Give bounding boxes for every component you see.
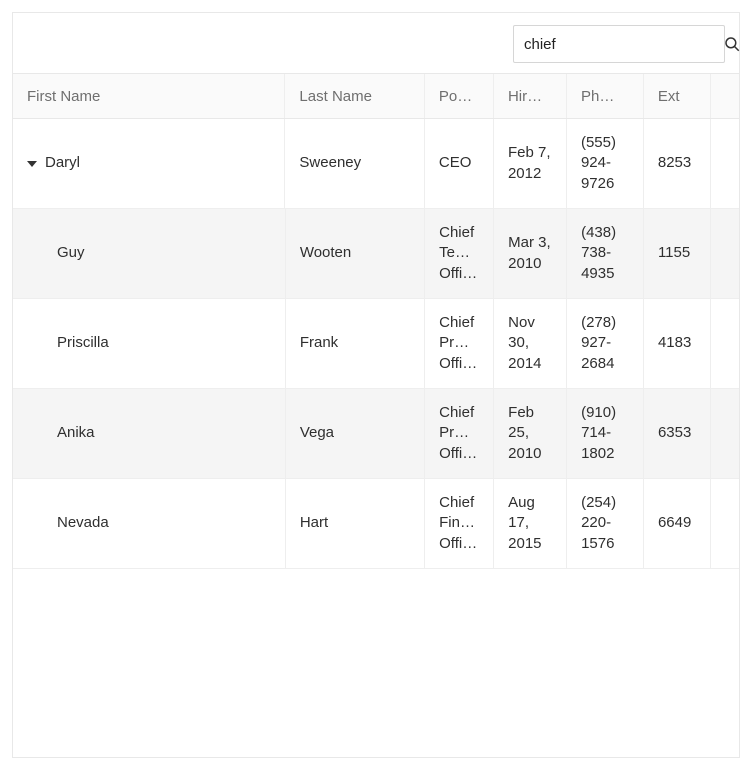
search-icon	[723, 35, 741, 53]
cell-hire-date: Aug 17, 2015	[494, 479, 567, 568]
cell-first-name: Anika	[13, 389, 286, 478]
cell-spare	[711, 479, 739, 568]
cell-position: Chief Pr… Offi…	[425, 389, 494, 478]
cell-ext: 4183	[644, 299, 711, 388]
cell-hire-date: Feb 25, 2010	[494, 389, 567, 478]
cell-hire-date: Mar 3, 2010	[494, 209, 567, 298]
collapse-icon[interactable]	[27, 161, 37, 167]
cell-last-name: Frank	[286, 299, 425, 388]
column-header-first-name[interactable]: First Name	[13, 74, 285, 118]
grid-body: Daryl Sweeney CEO Feb 7, 2012 (555) 924-…	[13, 119, 739, 569]
cell-last-name: Vega	[286, 389, 425, 478]
cell-first-name: Priscilla	[13, 299, 286, 388]
cell-hire-date: Feb 7, 2012	[494, 119, 567, 208]
table-row[interactable]: Priscilla Frank Chief Pr… Offi… Nov 30, …	[13, 299, 739, 389]
cell-position: Chief Pr… Offi…	[425, 299, 494, 388]
table-row[interactable]: Nevada Hart Chief Fin… Offi… Aug 17, 201…	[13, 479, 739, 569]
cell-spare	[711, 119, 739, 208]
column-header-spare	[711, 74, 739, 118]
column-header-hire-date[interactable]: Hir…	[494, 74, 567, 118]
column-header-ext[interactable]: Ext	[644, 74, 711, 118]
cell-ext: 1155	[644, 209, 711, 298]
cell-last-name: Hart	[286, 479, 425, 568]
cell-ext: 8253	[644, 119, 711, 208]
column-header-last-name[interactable]: Last Name	[285, 74, 424, 118]
tree-list-grid: First Name Last Name Po… Hir… Ph… Ext Da…	[12, 12, 740, 758]
cell-ext: 6353	[644, 389, 711, 478]
column-header-position[interactable]: Po…	[425, 74, 494, 118]
cell-position: Chief Fin… Offi…	[425, 479, 494, 568]
cell-position: Chief Te… Offi…	[425, 209, 494, 298]
cell-spare	[711, 299, 739, 388]
cell-spare	[711, 389, 739, 478]
cell-last-name: Wooten	[286, 209, 425, 298]
search-box[interactable]	[513, 25, 725, 63]
cell-position: CEO	[425, 119, 494, 208]
cell-phone: (254) 220-1576	[567, 479, 644, 568]
cell-phone: (910) 714-1802	[567, 389, 644, 478]
cell-first-name: Nevada	[13, 479, 286, 568]
cell-phone: (438) 738-4935	[567, 209, 644, 298]
search-input[interactable]	[524, 36, 723, 53]
cell-last-name: Sweeney	[285, 119, 424, 208]
cell-first-name: Daryl	[13, 119, 285, 208]
cell-phone: (278) 927-2684	[567, 299, 644, 388]
table-row[interactable]: Guy Wooten Chief Te… Offi… Mar 3, 2010 (…	[13, 209, 739, 299]
column-header-row: First Name Last Name Po… Hir… Ph… Ext	[13, 73, 739, 119]
cell-phone: (555) 924-9726	[567, 119, 644, 208]
table-row[interactable]: Daryl Sweeney CEO Feb 7, 2012 (555) 924-…	[13, 119, 739, 209]
table-row[interactable]: Anika Vega Chief Pr… Offi… Feb 25, 2010 …	[13, 389, 739, 479]
toolbar	[13, 13, 739, 73]
cell-first-name: Guy	[13, 209, 286, 298]
cell-spare	[711, 209, 739, 298]
column-header-phone[interactable]: Ph…	[567, 74, 644, 118]
cell-hire-date: Nov 30, 2014	[494, 299, 567, 388]
cell-ext: 6649	[644, 479, 711, 568]
